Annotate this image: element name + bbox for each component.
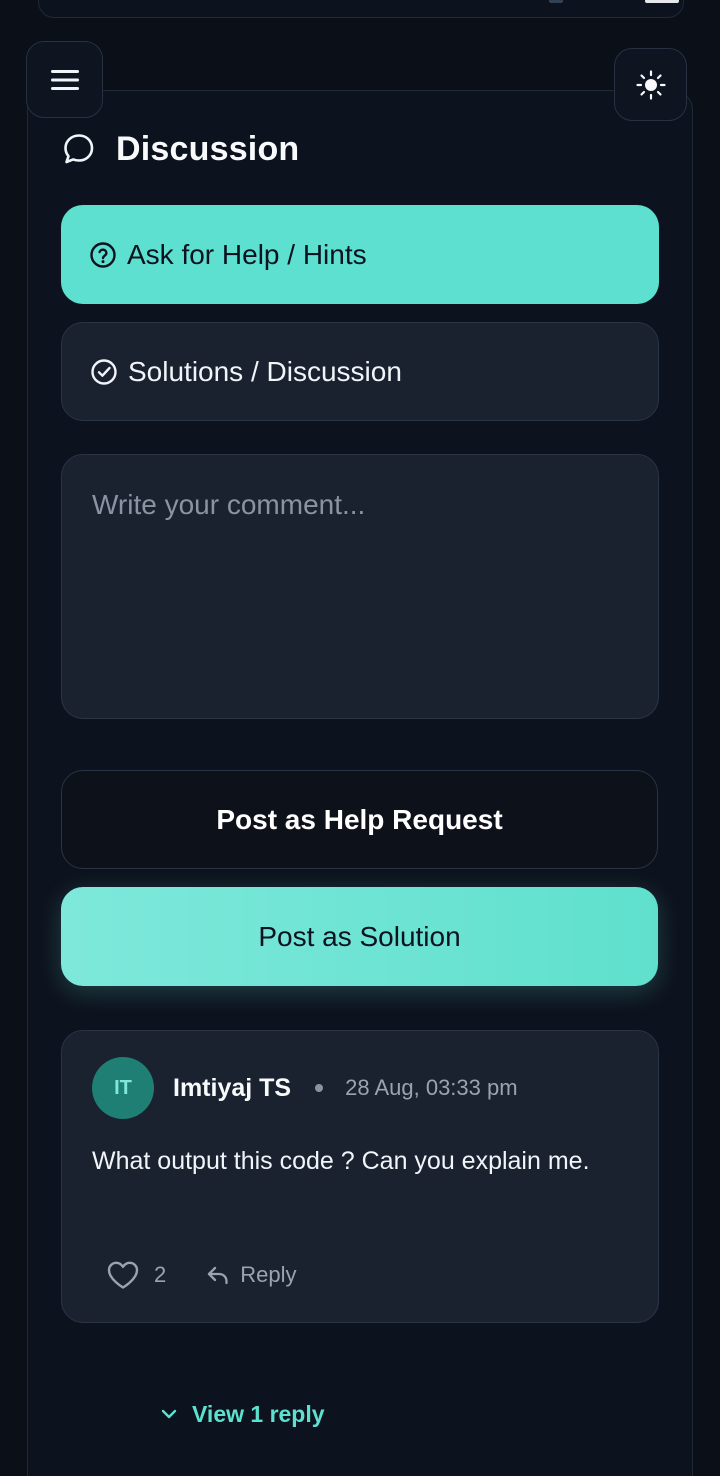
question-circle-icon	[90, 241, 116, 268]
tab-solutions-discussion[interactable]: Solutions / Discussion	[61, 322, 659, 421]
hamburger-menu-icon	[50, 69, 79, 90]
previous-card	[38, 0, 684, 18]
tab-ask-for-help[interactable]: Ask for Help / Hints	[61, 205, 659, 304]
theme-toggle-button[interactable]	[614, 48, 687, 121]
separator-dot	[315, 1084, 324, 1092]
previous-card-control	[645, 0, 679, 3]
comment-header: IT Imtiyaj TS 28 Aug, 03:33 pm	[92, 1057, 518, 1119]
previous-card-control	[549, 0, 563, 3]
view-replies-button[interactable]: View 1 reply	[160, 1396, 325, 1432]
post-help-request-button[interactable]: Post as Help Request	[61, 770, 658, 869]
comment-timestamp: 28 Aug, 03:33 pm	[345, 1075, 518, 1100]
reply-label: Reply	[240, 1262, 297, 1287]
avatar[interactable]: IT	[92, 1057, 154, 1119]
comment-body: What output this code ? Can you explain …	[92, 1147, 590, 1175]
comment-actions: 2 Reply	[106, 1257, 297, 1293]
heart-icon[interactable]	[106, 1260, 140, 1290]
tab-label: Solutions / Discussion	[128, 355, 402, 387]
chat-bubble-icon	[64, 134, 94, 164]
sun-icon	[635, 69, 666, 100]
comment-card: IT Imtiyaj TS 28 Aug, 03:33 pm What outp…	[61, 1030, 659, 1323]
tab-label: Ask for Help / Hints	[127, 238, 367, 270]
comment-input[interactable]	[61, 454, 659, 719]
view-replies-label: View 1 reply	[192, 1400, 325, 1427]
check-circle-icon	[91, 358, 117, 385]
reply-arrow-icon	[208, 1266, 228, 1285]
discussion-heading: Discussion	[62, 126, 299, 172]
reply-button[interactable]: Reply	[206, 1262, 297, 1288]
page-title: Discussion	[116, 129, 300, 168]
like-count: 2	[154, 1262, 167, 1287]
menu-button[interactable]	[26, 41, 103, 118]
chevron-down-icon	[161, 1409, 177, 1419]
comment-author[interactable]: Imtiyaj TS	[173, 1074, 291, 1103]
post-solution-button[interactable]: Post as Solution	[61, 887, 658, 986]
